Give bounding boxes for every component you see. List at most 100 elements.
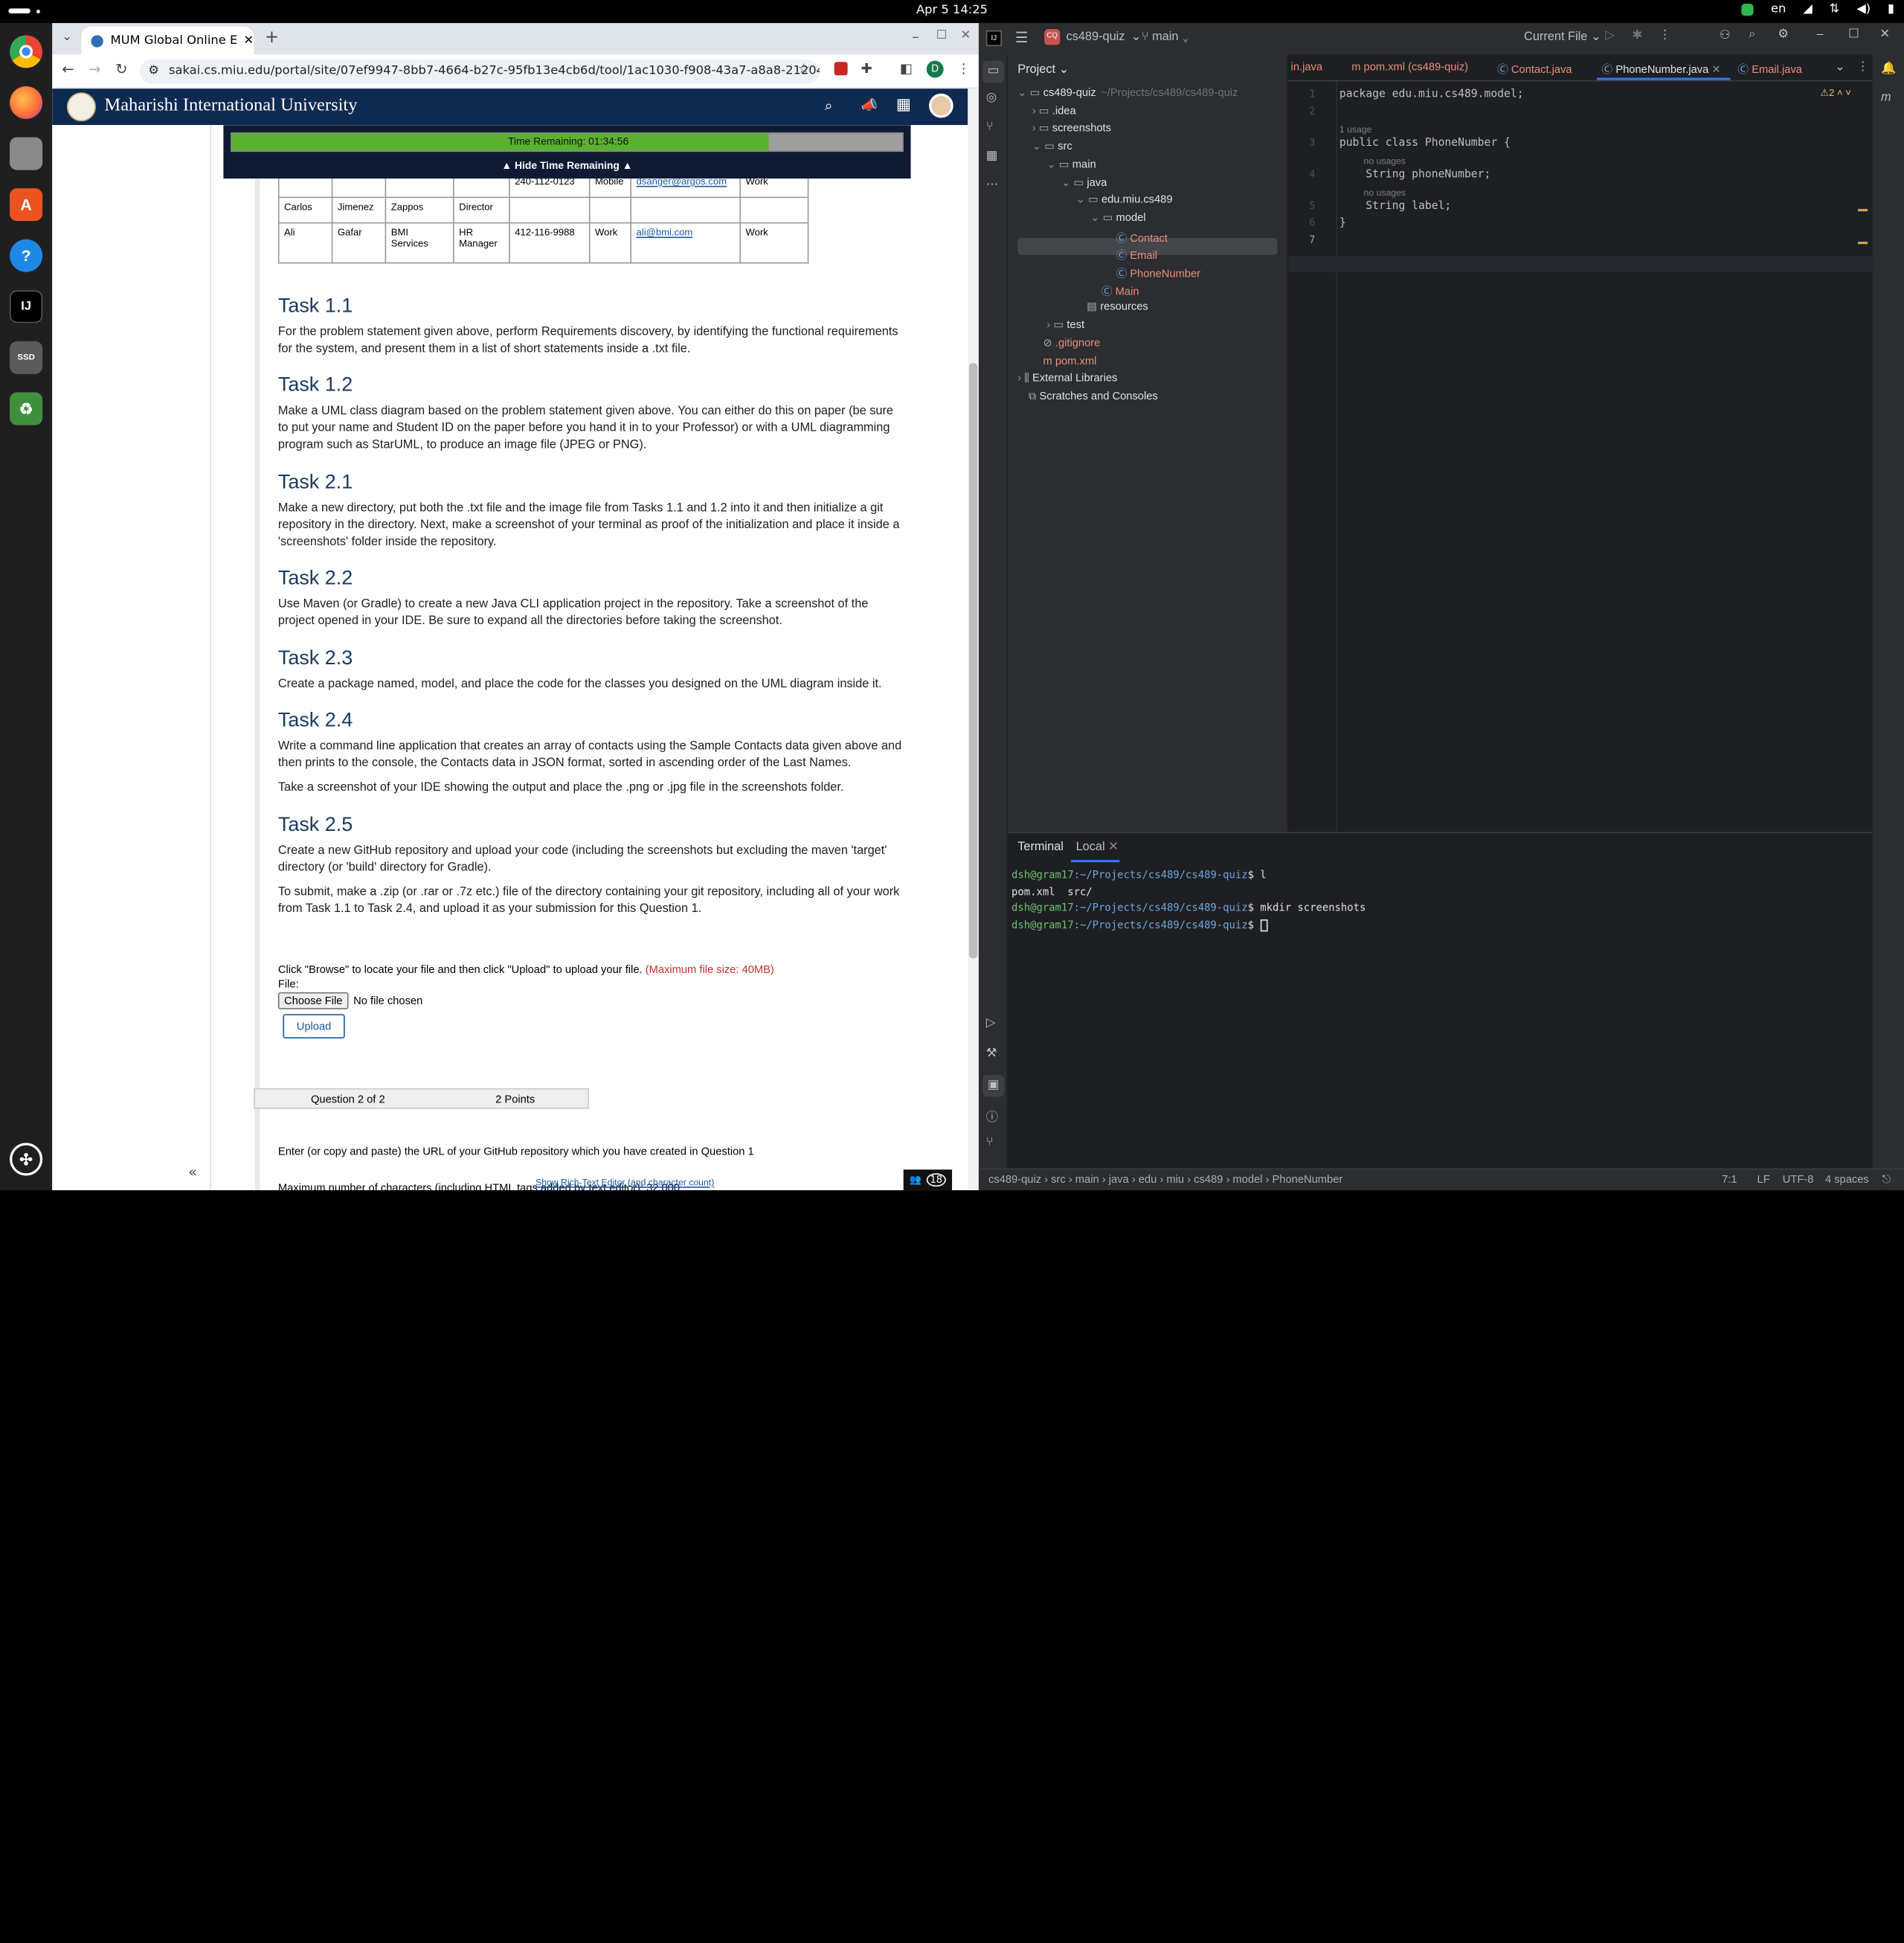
breadcrumb-item[interactable]: PhoneNumber [1273,1173,1343,1185]
chevron-down-icon[interactable]: ⌄ [1017,86,1029,98]
caret-position[interactable]: 7:1 [1722,1173,1737,1185]
help-icon[interactable]: ? [10,239,43,272]
chrome-icon[interactable] [10,35,43,68]
breadcrumb-item[interactable]: miu [1166,1173,1184,1185]
tabs-more-icon[interactable]: ⋮ [1856,61,1868,74]
intellij-icon[interactable]: IJ [10,290,43,324]
language-indicator[interactable]: en [1771,2,1786,16]
usage-hint[interactable]: no usages [1364,187,1406,198]
forward-icon[interactable]: → [89,61,100,78]
editor-tab[interactable]: Ⓒ Email.java [1737,61,1802,77]
settings-gear-icon[interactable]: ⚙ [1778,28,1789,42]
bookmark-star-icon[interactable]: ☆ [798,61,810,77]
maven-tool-icon[interactable]: m [1881,91,1891,104]
notifications-icon[interactable]: 🔔 [1881,62,1896,75]
tree-item-model[interactable]: ⌄ ▭ model [1090,211,1145,228]
tab-search-icon[interactable]: ⌄ [62,30,72,44]
editor-tab[interactable]: Ⓒ Contact.java [1497,61,1572,77]
tree-item-gitignore[interactable]: ⊘ .gitignore [1032,336,1100,353]
branch-widget[interactable]: ⑂ main ⌄ [1142,30,1189,44]
usage-hint[interactable]: no usages [1364,155,1406,167]
software-center-icon[interactable]: A [10,188,43,222]
back-icon[interactable]: ← [62,61,74,78]
chat-button[interactable]: 👥 18 [903,1169,953,1191]
editor-tab[interactable]: Ⓒ PhoneNumber.java ✕ [1597,61,1731,80]
user-avatar[interactable] [929,93,953,118]
line-separator[interactable]: LF [1757,1173,1770,1185]
structure-icon[interactable]: ▦ [986,150,997,163]
tree-item-contact[interactable]: Ⓒ Contact [1105,229,1167,246]
minimize-icon[interactable]: – [912,28,919,45]
chevron-down-icon[interactable]: ⌄ [1090,211,1102,223]
breadcrumb-item[interactable]: java [1109,1173,1129,1185]
hide-time-toggle[interactable]: ▲ Hide Time Remaining ▲ [223,159,910,171]
chevron-down-icon[interactable]: ⌄ [1046,158,1058,170]
file-encoding[interactable]: UTF-8 [1783,1173,1814,1185]
tree-item-cs489-quiz[interactable]: ⌄ ▭ cs489-quiz ~/Projects/cs489/cs489-qui… [1017,86,1238,103]
tree-item-main[interactable]: ⌄ ▭ main [1046,158,1096,175]
commit-tool-icon[interactable]: ◎ [986,91,997,104]
browser-tab[interactable]: MUM Global Online Edu ✕ [81,26,254,55]
profile-avatar[interactable]: D [926,60,944,78]
read-only-icon[interactable]: ⎋ [1882,1173,1891,1186]
extensions-puzzle-icon[interactable]: ✚ [861,61,872,77]
url-field[interactable]: ⚙ sakai.cs.miu.edu/portal/site/07ef9947-… [139,60,820,84]
tree-item-edu-miu-cs489[interactable]: ⌄ ▭ edu.miu.cs489 [1076,193,1173,211]
announcements-icon[interactable]: 📣 [861,97,878,113]
page-scrollbar[interactable] [968,89,979,1191]
maximize-icon[interactable]: ☐ [1848,28,1859,42]
services-icon[interactable]: ▷ [986,1017,996,1030]
tree-item-screenshots[interactable]: › ▭ screenshots [1032,122,1111,139]
problems-icon[interactable]: ⓘ [986,1106,998,1125]
collapse-sidebar-icon[interactable]: « [188,1163,197,1181]
breadcrumb-item[interactable]: src [1051,1173,1066,1185]
more-menu-icon[interactable]: ⋮ [957,61,971,77]
chevron-right-icon[interactable]: › [1017,372,1024,384]
firefox-icon[interactable] [10,86,43,120]
pull-requests-icon[interactable]: ⑂ [986,121,994,134]
close-window-icon[interactable]: ✕ [960,29,971,42]
search-icon[interactable]: ⌕ [825,97,833,115]
show-apps-icon[interactable]: ✣ [10,1143,43,1176]
tree-item-java[interactable]: ⌄ ▭ java [1061,176,1107,193]
add-user-icon[interactable]: ⚇ [1720,29,1731,42]
rich-text-link[interactable]: Show Rich-Text Editor (and character cou… [536,1177,714,1188]
tree-item-resources[interactable]: ▤ resources [1076,301,1148,318]
tree-item-main[interactable]: Ⓒ Main [1090,283,1139,300]
scrollbar-thumb[interactable] [968,363,978,959]
indent-setting[interactable]: 4 spaces [1825,1173,1869,1185]
upload-button[interactable]: Upload [283,1014,345,1038]
chevron-down-icon[interactable]: ⌄ [1076,193,1088,205]
tree-item-scratches-and-consoles[interactable]: ⧉ Scratches and Consoles [1017,390,1158,407]
close-tab-icon[interactable]: ✕ [1708,63,1720,75]
tree-item-email[interactable]: Ⓒ Email [1105,247,1157,264]
tree-item-phonenumber[interactable]: Ⓒ PhoneNumber [1105,265,1200,282]
chevron-right-icon[interactable]: › [1046,318,1053,330]
tabs-dropdown-icon[interactable]: ⌄ [1835,61,1845,74]
tree-item-external-libraries[interactable]: › ⫼ External Libraries [1017,372,1117,389]
files-icon[interactable] [10,137,43,170]
editor-tab[interactable]: in.java [1291,61,1322,73]
chevron-down-icon[interactable]: ⌄ [1032,140,1044,152]
disk-icon[interactable]: SSD [10,341,43,374]
close-window-icon[interactable]: ✕ [1879,28,1890,42]
system-clock[interactable]: Apr 5 14:25 [0,4,1904,17]
project-tool-icon[interactable]: ▭ [982,60,1005,83]
breadcrumb-item[interactable]: model [1232,1173,1262,1185]
side-panel-icon[interactable]: ◧ [900,61,913,77]
reload-icon[interactable]: ↻ [115,61,127,78]
more-actions-icon[interactable]: ⋮ [1659,29,1670,42]
run-icon[interactable]: ▷ [1605,29,1615,42]
breadcrumb-item[interactable]: cs489-quiz [988,1173,1041,1185]
tree-item-idea[interactable]: › ▭ .idea [1032,104,1076,121]
search-everywhere-icon[interactable]: ⌕ [1749,28,1755,42]
terminal-tool-icon[interactable]: ▣ [982,1074,1005,1097]
usage-hint[interactable]: 1 usage [1339,124,1372,135]
tree-item-test[interactable]: › ▭ test [1046,318,1084,335]
chevron-right-icon[interactable]: › [1032,122,1039,134]
project-panel-title[interactable]: Project ⌄ [1017,63,1069,77]
chevron-right-icon[interactable]: › [1032,104,1039,116]
build-icon[interactable]: ⚒ [986,1047,997,1060]
terminal-tab-local[interactable]: Local ✕ [1076,841,1119,854]
maximize-icon[interactable]: ☐ [936,29,948,42]
